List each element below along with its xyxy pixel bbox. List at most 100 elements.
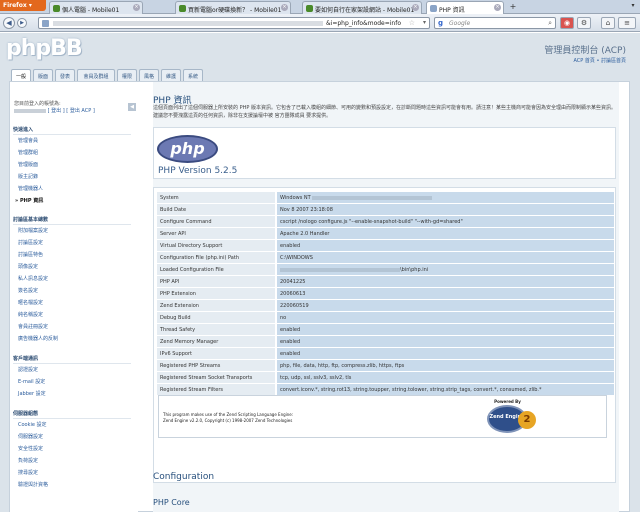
logged-in-info: 您目前登入的帳號為: [ 登出 ] [ 登出 ACP ] [14,101,95,115]
site-identity-icon[interactable] [42,20,49,27]
tab-forums[interactable]: 版面 [33,69,53,81]
search-icon[interactable]: ⌕ [548,19,552,28]
info-key: Build Date [157,204,275,215]
sidebar-item[interactable]: 管理機器人 [18,185,43,192]
sidebar-item[interactable]: 頭像設定 [18,263,38,270]
bookmark-star-icon[interactable]: ☆ [409,19,415,27]
info-key: Zend Memory Manager [157,336,275,347]
firefox-menu-button[interactable]: Firefox ▾ [0,0,46,11]
logged-in-label: 您目前登入的帳號為: [14,101,61,107]
sidebar-section-title: 伺服器組態 [13,410,131,419]
tab-maintenance[interactable]: 維護 [161,69,181,81]
sidebar-item[interactable]: 討論區特色 [18,251,43,258]
sidebar-item[interactable]: Cookie 設定 [18,421,47,428]
tab-permissions[interactable]: 權限 [117,69,137,81]
menu-icon[interactable]: ≡ [618,17,636,29]
info-key: Virtual Directory Support [157,240,275,251]
tab-posting[interactable]: 發表 [55,69,75,81]
sidebar-item[interactable]: 安全性設定 [18,445,43,452]
addon-icon[interactable]: ⚙ [577,17,591,29]
info-key: Configure Command [157,216,275,227]
sidebar-item[interactable]: 管理群組 [18,149,38,156]
google-icon[interactable]: g [438,19,443,27]
sidebar-item[interactable]: 版主記錄 [18,173,38,180]
tab-list-icon[interactable]: ▾ [628,2,638,12]
info-key: System [157,192,275,203]
browser-tab[interactable]: 要如何自行在家架設網站 - Mobile01 × [302,1,422,14]
close-tab-icon[interactable]: × [494,4,501,11]
logout-link[interactable]: [ 登出 ] [48,108,65,114]
browser-tab-label: 要如何自行在家架設網站 - Mobile01 [315,7,415,14]
info-value: enabled [277,336,614,347]
new-tab-button[interactable]: + [508,2,518,12]
sidebar-item[interactable]: 驗證與計資格 [18,481,48,488]
tab-system[interactable]: 系統 [183,69,203,81]
sidebar-item[interactable]: 附加檔案設定 [18,227,48,234]
sidebar-item[interactable]: 搜尋設定 [18,469,38,476]
info-key: PHP Extension [157,288,275,299]
info-value: tcp, udp, ssl, sslv3, sslv2, tls [277,372,614,383]
home-icon[interactable]: ⌂ [601,17,615,29]
logout-acp-link[interactable]: [ 登出 ACP ] [66,108,95,114]
close-tab-icon[interactable]: × [133,4,140,11]
browser-tab[interactable]: 個人電腦 - Mobile01 × [49,1,143,14]
sidebar-collapse-icon[interactable]: ◀ [128,103,136,111]
sidebar-item[interactable]: Jabber 設定 [18,390,46,397]
sidebar-item[interactable]: 會員註冊設定 [18,323,48,330]
sidebar-section-title: 快速進入 [13,126,131,135]
tab-styles[interactable]: 風格 [139,69,159,81]
php-version: PHP Version 5.2.5 [158,166,238,176]
phpbb-logo[interactable]: phpBB [6,36,83,61]
sidebar-item[interactable]: 認證設定 [18,366,38,373]
info-value: 20041225 [277,276,614,287]
info-key: Configuration File (php.ini) Path [157,252,275,263]
sidebar-item[interactable]: 負荷設定 [18,457,38,464]
sidebar-item[interactable]: 私人訊息設定 [18,275,48,282]
page-description: 這個頁面列出了這個伺服器上所安裝的 PHP 版本資訊。它包含了已載入模組的細節、… [153,105,616,119]
sidebar-item[interactable]: 暱名檔設定 [18,299,43,306]
tab-users-groups[interactable]: 會員及群組 [77,69,115,81]
info-key: Thread Safety [157,324,275,335]
sidebar-item[interactable]: E-mail 設定 [18,378,45,385]
url-dropdown-icon[interactable]: ▾ [423,19,426,26]
adblock-icon[interactable]: ◉ [560,17,574,29]
table-row: Build Date Nov 8 2007 23:18:08 [157,204,614,215]
table-row: Zend Memory Manager enabled [157,336,614,347]
table-row: Server API Apache 2.0 Handler [157,228,614,239]
table-row: Registered Stream Filters convert.iconv.*… [157,384,614,395]
zend-text-line: Zend Engine v2.2.0, Copyright (c) 1998-2… [163,418,293,423]
browser-tab-label: 買新電腦or硬碟換新？ - Mobile01 [188,7,282,14]
url-bar[interactable]: &i=php_info&mode=info ☆ ▾ [38,17,430,29]
info-value-text: Windows NT [280,195,311,201]
sidebar-item[interactable]: 管理會員 [18,137,38,144]
acp-header-links[interactable]: ACP 首頁 • 討論區首頁 [573,57,626,64]
close-tab-icon[interactable]: × [281,4,288,11]
sidebar-item[interactable]: 伺服器設定 [18,433,43,440]
sidebar-item-php-info[interactable]: » PHP 資訊 [15,197,43,204]
mobile01-favicon-icon [179,5,186,12]
zend-logo[interactable]: Powered By Zend Engine 2 [479,399,536,436]
browser-tab[interactable]: 買新電腦or硬碟換新？ - Mobile01 × [175,1,291,14]
browser-tab-bar: Firefox ▾ 個人電腦 - Mobile01 × 買新電腦or硬碟換新？ … [0,0,640,14]
php-logo[interactable]: php [157,135,218,163]
close-tab-icon[interactable]: × [412,4,419,11]
browser-tab-active[interactable]: PHP 資訊 × [426,1,504,14]
info-value: enabled [277,240,614,251]
info-value: C:\WINDOWS [277,252,614,263]
sidebar-item[interactable]: 廣告機器人的反制 [18,335,58,342]
info-value: 20060613 [277,288,614,299]
sidebar-item[interactable]: 討論區設定 [18,239,43,246]
search-placeholder: Google [449,20,471,27]
table-row: Zend Extension 220060519 [157,300,614,311]
tab-general[interactable]: 一般 [11,69,31,81]
php-version-box: php PHP Version 5.2.5 [153,127,616,179]
table-row: Configuration File (php.ini) Path C:\WIND… [157,252,614,263]
sidebar-item[interactable]: 管理版面 [18,161,38,168]
back-icon[interactable]: ◀ [3,17,15,29]
browser-tab-label: PHP 資訊 [439,7,465,14]
info-value: \bin\php.ini [277,264,614,275]
sidebar-item[interactable]: 純名稱設定 [18,311,43,318]
forward-icon[interactable]: ▶ [17,18,27,28]
sidebar-item[interactable]: 簽名設定 [18,287,38,294]
search-bar[interactable]: g Google ⌕ [434,17,556,29]
